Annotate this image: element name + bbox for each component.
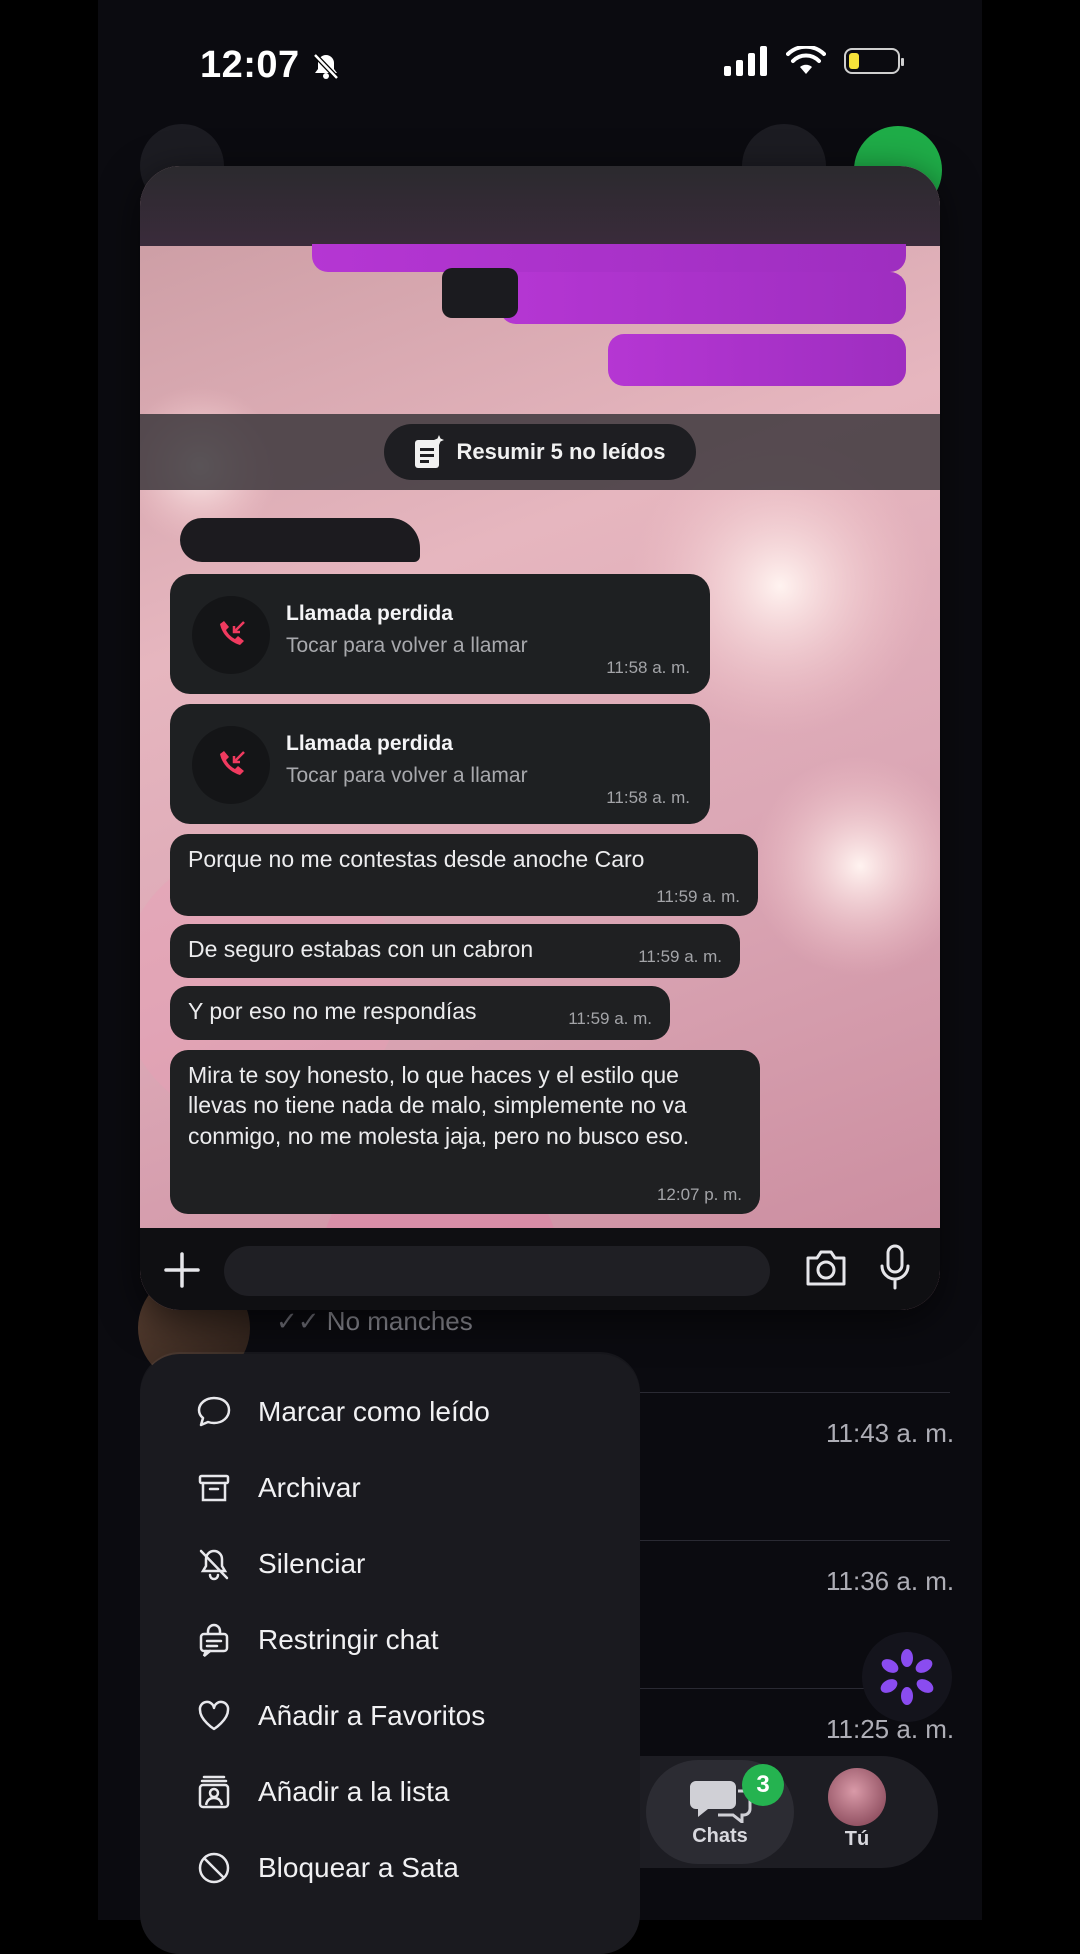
message-text: Mira te soy honesto, lo que haces y el e… (188, 1062, 690, 1149)
tab-you-label: Tú (844, 1828, 870, 1850)
block-icon (196, 1850, 232, 1886)
call-title: Llamada perdida (286, 732, 453, 755)
divider (640, 1540, 950, 1541)
message-text: De seguro estabas con un cabron (188, 936, 534, 962)
unread-badge: 3 (742, 1764, 784, 1806)
missed-call-bubble[interactable]: Llamada perdida Tocar para volver a llam… (170, 574, 710, 694)
menu-item-label: Añadir a la lista (258, 1776, 450, 1807)
call-subtitle: Tocar para volver a llamar (286, 764, 528, 787)
chat-time: 11:43 a. m. (826, 1418, 955, 1448)
sticker-image (442, 268, 518, 318)
menu-item-label: Marcar como leído (258, 1396, 490, 1427)
tab-chats-label: Chats (692, 1824, 748, 1847)
bell-off-icon (196, 1546, 232, 1582)
microphone-icon[interactable] (878, 1244, 912, 1290)
restrict-chat-icon (196, 1622, 232, 1658)
summarize-label: Resumir 5 no leídos (456, 439, 666, 464)
plus-icon[interactable] (162, 1250, 202, 1290)
signal-icon (724, 46, 767, 76)
chat-context-menu: Marcar como leído Archivar Silenciar Res… (140, 1354, 640, 1954)
message-input[interactable] (224, 1246, 770, 1296)
menu-add-favorites[interactable]: Añadir a Favoritos (196, 1698, 485, 1734)
incoming-message[interactable]: Mira te soy honesto, lo que haces y el e… (170, 1050, 760, 1214)
menu-add-to-list[interactable]: Añadir a la lista (196, 1774, 449, 1810)
outgoing-message (442, 268, 906, 324)
message-time: 11:58 a. m. (606, 658, 690, 677)
message-time: 11:59 a. m. (656, 886, 740, 906)
menu-item-label: Restringir chat (258, 1624, 439, 1655)
chat-bubble-icon (196, 1394, 232, 1430)
chat-header (140, 166, 940, 246)
outgoing-message (608, 334, 906, 386)
call-title: Llamada perdida (286, 602, 453, 625)
meta-ai-button[interactable] (862, 1632, 952, 1722)
sticker-image (180, 518, 420, 562)
menu-mark-read[interactable]: Marcar como leído (196, 1394, 490, 1430)
profile-avatar (828, 1768, 886, 1826)
message-text: Y por eso no me respondías (188, 998, 477, 1024)
bell-off-icon (312, 53, 339, 80)
menu-item-label: Añadir a Favoritos (258, 1700, 486, 1731)
missed-call-bubble[interactable]: Llamada perdida Tocar para volver a llam… (170, 704, 710, 824)
camera-icon[interactable] (804, 1248, 848, 1288)
message-time: 11:59 a. m. (638, 946, 722, 966)
menu-item-label: Silenciar (258, 1548, 366, 1579)
message-time: 12:07 p. m. (656, 1184, 742, 1204)
divider (640, 1392, 950, 1393)
message-text: Porque no me contestas desde anoche Caro (188, 846, 645, 872)
message-time: 11:58 a. m. (606, 788, 690, 807)
incoming-message[interactable]: De seguro estabas con un cabron 11:59 a.… (170, 924, 740, 978)
summary-icon (415, 435, 445, 468)
call-subtitle: Tocar para volver a llamar (286, 634, 528, 657)
summarize-unread-button[interactable]: Resumir 5 no leídos (384, 424, 696, 480)
menu-block-contact[interactable]: Bloquear a Sata (196, 1850, 459, 1886)
menu-item-label: Bloquear a Sata (258, 1852, 459, 1883)
heart-icon (196, 1698, 232, 1734)
archive-icon (196, 1470, 232, 1506)
chat-preview-card[interactable]: Resumir 5 no leídos Llamada perdida Toca… (140, 166, 940, 1310)
incoming-message[interactable]: Porque no me contestas desde anoche Caro… (170, 834, 758, 916)
status-icons (724, 46, 904, 76)
meta-ai-icon (880, 1649, 934, 1705)
menu-archive[interactable]: Archivar (196, 1470, 361, 1506)
incoming-message[interactable]: Y por eso no me respondías 11:59 a. m. (170, 986, 670, 1040)
add-to-list-icon (196, 1774, 232, 1810)
menu-restrict-chat[interactable]: Restringir chat (196, 1622, 439, 1658)
chat-time: 11:36 a. m. (826, 1566, 955, 1596)
wifi-icon (786, 46, 826, 74)
battery-icon (844, 48, 904, 74)
missed-call-icon (192, 596, 270, 674)
missed-call-icon (192, 726, 270, 804)
menu-item-label: Archivar (258, 1472, 361, 1503)
menu-mute[interactable]: Silenciar (196, 1546, 365, 1582)
status-time: 12:07 (200, 44, 341, 87)
message-time: 11:59 a. m. (568, 1008, 652, 1028)
chat-preview-snippet: ✓✓ No manches (276, 1306, 473, 1336)
tab-you[interactable]: Tú (812, 1768, 902, 1864)
outgoing-message (312, 244, 906, 272)
